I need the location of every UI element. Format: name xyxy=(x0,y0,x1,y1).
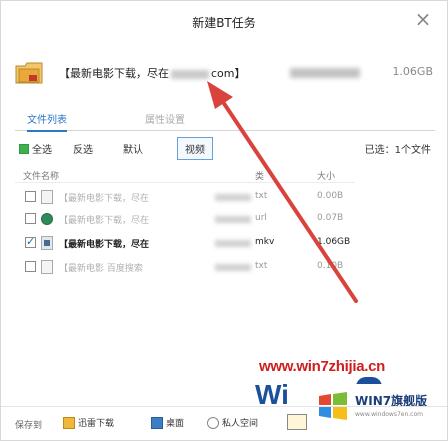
task-size: 1.06GB xyxy=(392,65,433,78)
folder-icon xyxy=(15,62,43,84)
column-header-type[interactable]: 类 xyxy=(255,169,264,182)
file-type: url xyxy=(255,213,267,223)
file-type: mkv xyxy=(255,237,275,247)
globe-icon xyxy=(41,213,53,225)
redacted-text xyxy=(215,240,251,247)
file-toolbar: 全选 反选 默认 视频 已选：1个文件 xyxy=(15,137,435,161)
file-size: 1.06GB xyxy=(317,237,351,247)
desktop-icon xyxy=(151,417,163,429)
title-bar: 新建BT任务 × xyxy=(1,1,447,45)
video-file-icon xyxy=(41,236,53,250)
redacted-text xyxy=(290,68,360,78)
save-location-bar: 保存到 迅雷下载 桌面 私人空间 xyxy=(1,406,447,440)
file-name: 【最新电影下载，尽在 xyxy=(59,216,150,226)
thunder-folder-icon xyxy=(63,417,75,429)
file-list-header: 文件名称 类 大小 xyxy=(15,167,355,183)
file-type: txt xyxy=(255,261,268,271)
select-all-button[interactable]: 全选 xyxy=(19,141,52,156)
file-checkbox[interactable] xyxy=(25,191,36,202)
cloud-icon xyxy=(207,417,219,429)
file-name: 【最新电影下载，尽在 xyxy=(59,194,150,204)
task-name: 【最新电影下载，尽在 com】 xyxy=(59,65,246,81)
task-name-suffix: com】 xyxy=(211,67,246,80)
save-location-label: 私人空间 xyxy=(222,419,259,429)
file-row[interactable]: 【最新电影下载，尽在 url 0.07B xyxy=(15,209,355,229)
invert-selection-button[interactable]: 反选 xyxy=(73,141,93,156)
task-name-prefix: 【最新电影下载，尽在 xyxy=(59,67,169,80)
file-checkbox[interactable] xyxy=(25,235,36,248)
dialog-title: 新建BT任务 xyxy=(192,16,256,30)
file-size: 0.07B xyxy=(317,213,344,223)
column-header-name[interactable]: 文件名称 xyxy=(23,169,59,182)
document-icon xyxy=(41,260,53,274)
save-location-private[interactable]: 私人空间 xyxy=(207,416,258,429)
redacted-text xyxy=(171,69,209,79)
file-row[interactable]: 【最新电影下载，尽在 mkv 1.06GB xyxy=(15,233,355,253)
document-icon xyxy=(41,190,53,204)
file-name: 【最新电影下载，尽在 xyxy=(59,240,150,250)
redacted-text xyxy=(215,216,251,223)
save-location-label: 桌面 xyxy=(166,419,185,429)
file-checkbox[interactable] xyxy=(25,261,36,272)
video-filter-button[interactable]: 视频 xyxy=(177,137,213,160)
tab-file-list[interactable]: 文件列表 xyxy=(27,111,67,132)
file-list: 文件名称 类 大小 【最新电影下载，尽在 txt 0.00B 【最新电影下载，尽… xyxy=(15,167,355,287)
save-location-label: 迅雷下载 xyxy=(78,419,115,429)
default-selection-button[interactable]: 默认 xyxy=(123,141,143,156)
column-header-size[interactable]: 大小 xyxy=(317,169,335,182)
file-type: txt xyxy=(255,191,268,201)
file-size: 0.00B xyxy=(317,191,344,201)
browse-folder-button[interactable] xyxy=(287,414,307,430)
tab-bar: 文件列表 属性设置 xyxy=(15,109,435,132)
select-all-label: 全选 xyxy=(32,145,52,156)
new-bt-task-dialog: 新建BT任务 × 【最新电影下载，尽在 com】 1.06GB 文件列表 属性设置… xyxy=(0,0,448,441)
save-location-desktop[interactable]: 桌面 xyxy=(151,416,184,429)
redacted-text xyxy=(215,194,251,201)
watermark-url: www.win7zhijia.cn xyxy=(259,358,386,375)
file-row[interactable]: 【最新电影下载，尽在 txt 0.00B xyxy=(15,187,355,207)
file-row[interactable]: 【最新电影 百度搜索 txt 0.10B xyxy=(15,257,355,277)
task-summary: 【最新电影下载，尽在 com】 1.06GB xyxy=(15,59,435,87)
file-name: 【最新电影 百度搜索 xyxy=(59,264,143,274)
save-location-thunder[interactable]: 迅雷下载 xyxy=(63,416,114,429)
selected-count: 已选：1个文件 xyxy=(364,145,431,156)
select-all-check-icon xyxy=(19,144,29,154)
save-to-label: 保存到 xyxy=(15,421,43,431)
file-checkbox[interactable] xyxy=(25,213,36,224)
tab-properties[interactable]: 属性设置 xyxy=(145,111,185,130)
close-button[interactable]: × xyxy=(413,9,433,29)
redacted-text xyxy=(215,264,251,271)
file-size: 0.10B xyxy=(317,261,344,271)
